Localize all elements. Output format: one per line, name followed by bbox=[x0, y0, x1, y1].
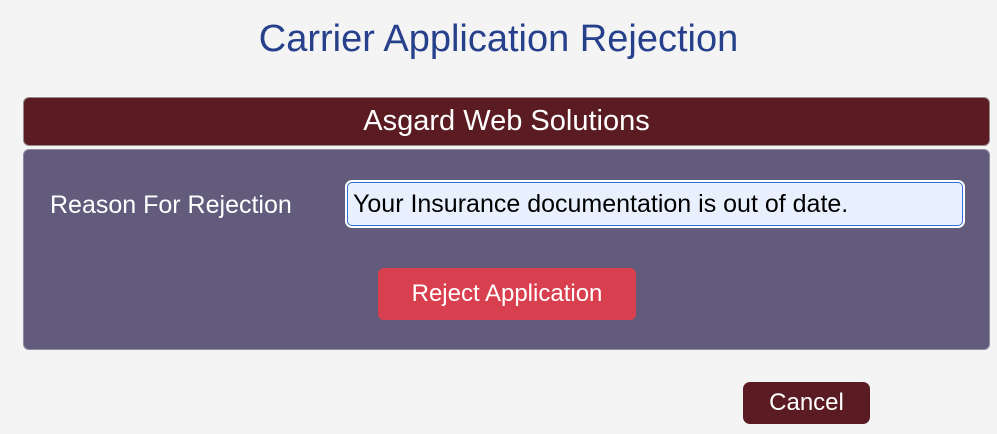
company-name-header: Asgard Web Solutions bbox=[23, 97, 990, 146]
page-title: Carrier Application Rejection bbox=[258, 18, 739, 60]
rejection-panel: Asgard Web Solutions Reason For Rejectio… bbox=[23, 97, 990, 350]
rejection-form: Reason For Rejection Reject Application bbox=[23, 149, 990, 350]
cancel-button[interactable]: Cancel bbox=[743, 382, 870, 424]
reason-input[interactable] bbox=[345, 180, 965, 228]
reject-application-button[interactable]: Reject Application bbox=[378, 268, 636, 320]
reason-label: Reason For Rejection bbox=[50, 191, 292, 219]
